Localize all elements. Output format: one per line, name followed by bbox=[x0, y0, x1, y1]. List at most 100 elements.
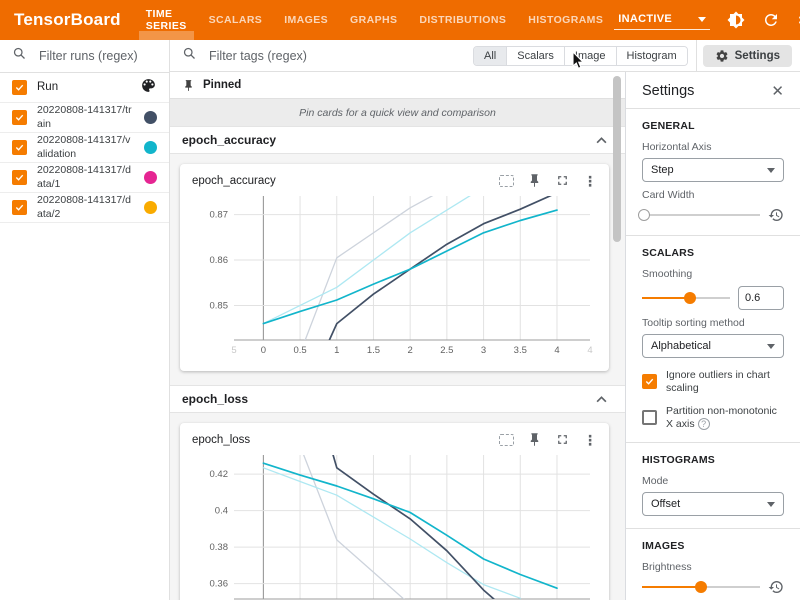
histogram-mode-select[interactable]: Offset bbox=[642, 492, 784, 516]
histogram-mode-label: Mode bbox=[642, 475, 784, 487]
brightness-icon bbox=[727, 11, 745, 29]
run-row-train[interactable]: 20220808-141317/train bbox=[0, 103, 169, 133]
section-header-epoch-loss[interactable]: epoch_loss bbox=[170, 385, 625, 413]
settings-section-scalars: SCALARS Smoothing Tooltip sorting method… bbox=[626, 236, 800, 443]
close-icon[interactable]: ✕ bbox=[771, 84, 784, 99]
scalar-card-epoch-accuracy: epoch_accuracy ⋮ 0.850.860.87500.511.522… bbox=[180, 164, 609, 371]
tab-graphs[interactable]: GRAPHS bbox=[339, 0, 408, 40]
run-filter-input[interactable] bbox=[37, 48, 157, 64]
global-settings-button[interactable] bbox=[796, 11, 800, 30]
svg-text:0.87: 0.87 bbox=[210, 210, 229, 221]
fullscreen-icon bbox=[555, 173, 570, 188]
run-label: 20220808-141317/train bbox=[37, 104, 134, 131]
tab-histograms[interactable]: HISTOGRAMS bbox=[517, 0, 614, 40]
check-icon bbox=[14, 172, 25, 183]
fit-to-data-button[interactable] bbox=[499, 175, 514, 187]
brightness-slider[interactable] bbox=[642, 580, 760, 594]
settings-section-general: GENERAL Horizontal Axis Step Card Width bbox=[626, 109, 800, 236]
reload-status-select[interactable]: INACTIVE bbox=[614, 10, 710, 30]
fit-to-data-button[interactable] bbox=[499, 434, 514, 446]
check-icon bbox=[644, 376, 655, 387]
run-row-data-1[interactable]: 20220808-141317/data/1 bbox=[0, 163, 169, 193]
settings-section-histograms: HISTOGRAMS Mode Offset bbox=[626, 443, 800, 529]
svg-text:0.42: 0.42 bbox=[210, 469, 229, 480]
chevron-down-icon bbox=[767, 502, 775, 507]
tab-scalars[interactable]: SCALARS bbox=[198, 0, 274, 40]
tooltip-sorting-select[interactable]: Alphabetical bbox=[642, 334, 784, 358]
toolbar-divider bbox=[696, 40, 697, 72]
main-tabs: TIME SERIES SCALARS IMAGES GRAPHS DISTRI… bbox=[135, 0, 615, 40]
search-icon bbox=[182, 46, 197, 66]
svg-text:3.5: 3.5 bbox=[514, 345, 527, 356]
tag-type-filter-group: All Scalars Image Histogram bbox=[473, 46, 688, 66]
loss-chart[interactable]: 0.360.380.40.4200.511.522.533.54 bbox=[192, 449, 596, 600]
pin-card-button[interactable] bbox=[527, 173, 542, 188]
dark-mode-toggle-button[interactable] bbox=[726, 11, 745, 30]
tooltip-sorting-value: Alphabetical bbox=[651, 340, 711, 352]
svg-text:0.86: 0.86 bbox=[210, 255, 229, 266]
run-checkbox[interactable] bbox=[12, 140, 27, 155]
partition-x-axis-checkbox[interactable] bbox=[642, 410, 657, 425]
section-header-epoch-accuracy[interactable]: epoch_accuracy bbox=[170, 126, 625, 154]
chevron-up-icon[interactable] bbox=[596, 131, 607, 149]
ignore-outliers-row[interactable]: Ignore outliers in chart scaling bbox=[642, 369, 784, 394]
reset-brightness-button[interactable] bbox=[768, 579, 784, 595]
fullscreen-button[interactable] bbox=[555, 173, 570, 188]
pin-icon bbox=[182, 79, 195, 92]
chip-scalars[interactable]: Scalars bbox=[506, 47, 564, 65]
reset-icon bbox=[768, 579, 784, 595]
chevron-down-icon bbox=[767, 168, 775, 173]
card-zone: epoch_loss ⋮ 0.360.380.40.4200.511.522.5… bbox=[170, 413, 625, 600]
histogram-mode-value: Offset bbox=[651, 498, 680, 510]
search-icon bbox=[12, 46, 27, 66]
settings-panel-title: Settings bbox=[642, 83, 694, 99]
tag-filter-input[interactable] bbox=[207, 48, 467, 64]
run-column-label: Run bbox=[37, 80, 130, 95]
card-menu-button[interactable]: ⋮ bbox=[583, 174, 597, 188]
pin-icon bbox=[527, 173, 542, 188]
fullscreen-button[interactable] bbox=[555, 432, 570, 447]
run-checkbox[interactable] bbox=[12, 200, 27, 215]
smoothing-slider[interactable] bbox=[642, 291, 730, 305]
settings-section-images: IMAGES Brightness Contrast bbox=[626, 529, 800, 600]
chevron-down-icon bbox=[767, 344, 775, 349]
card-menu-button[interactable]: ⋮ bbox=[583, 433, 597, 447]
smoothing-value-input[interactable] bbox=[738, 286, 784, 310]
tooltip-sorting-label: Tooltip sorting method bbox=[642, 317, 784, 329]
vertical-scrollbar-thumb[interactable] bbox=[613, 76, 621, 242]
chip-image[interactable]: Image bbox=[564, 47, 616, 65]
pin-card-button[interactable] bbox=[527, 432, 542, 447]
run-checkbox[interactable] bbox=[12, 110, 27, 125]
settings-button-label: Settings bbox=[735, 50, 780, 62]
refresh-button[interactable] bbox=[761, 11, 780, 30]
tab-distributions[interactable]: DISTRIBUTIONS bbox=[408, 0, 517, 40]
settings-panel: Settings ✕ GENERAL Horizontal Axis Step … bbox=[625, 72, 800, 600]
run-row-validation[interactable]: 20220808-141317/validation bbox=[0, 133, 169, 163]
ignore-outliers-checkbox[interactable] bbox=[642, 374, 657, 389]
pinned-empty-message: Pin cards for a quick view and compariso… bbox=[170, 98, 625, 126]
horizontal-axis-select[interactable]: Step bbox=[642, 158, 784, 182]
run-checkbox[interactable] bbox=[12, 170, 27, 185]
check-icon bbox=[14, 112, 25, 123]
select-all-runs-checkbox[interactable] bbox=[12, 80, 27, 95]
settings-toggle-button[interactable]: Settings bbox=[703, 45, 792, 67]
pinned-section-header: Pinned bbox=[170, 72, 625, 98]
pinned-label: Pinned bbox=[203, 79, 241, 91]
svg-text:0: 0 bbox=[261, 345, 266, 356]
partition-x-axis-row[interactable]: Partition non-monotonic X axis? bbox=[642, 405, 784, 430]
chip-histogram[interactable]: Histogram bbox=[616, 47, 687, 65]
card-width-label: Card Width bbox=[642, 189, 784, 201]
top-app-bar: TensorBoard TIME SERIES SCALARS IMAGES G… bbox=[0, 0, 800, 40]
run-row-data-2[interactable]: 20220808-141317/data/2 bbox=[0, 193, 169, 223]
check-icon bbox=[14, 82, 25, 93]
card-title: epoch_loss bbox=[192, 434, 499, 446]
svg-text:4: 4 bbox=[587, 345, 592, 356]
card-width-slider[interactable] bbox=[642, 208, 760, 222]
chevron-up-icon[interactable] bbox=[596, 390, 607, 408]
tab-time-series[interactable]: TIME SERIES bbox=[135, 0, 198, 40]
run-color-dot bbox=[144, 141, 157, 154]
chip-all[interactable]: All bbox=[474, 47, 506, 65]
accuracy-chart[interactable]: 0.850.860.87500.511.522.533.544 bbox=[192, 190, 596, 360]
tab-images[interactable]: IMAGES bbox=[273, 0, 339, 40]
reset-card-width-button[interactable] bbox=[768, 207, 784, 223]
